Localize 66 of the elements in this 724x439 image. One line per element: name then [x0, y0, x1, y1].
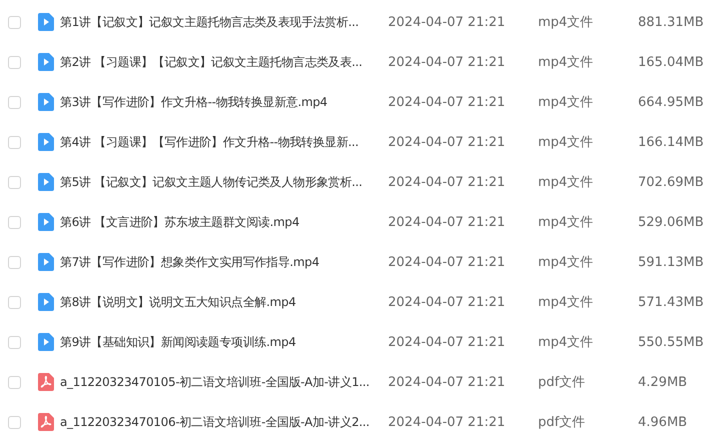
file-name[interactable]: 第9讲【基础知识】新闻阅读题专项训练.mp4	[60, 334, 388, 350]
modified-date: 2024-04-07 21:21	[388, 334, 506, 350]
pdf-file-icon	[38, 413, 54, 431]
checkbox[interactable]	[8, 416, 21, 428]
checkbox[interactable]	[8, 336, 21, 348]
modified-date: 2024-04-07 21:21	[388, 94, 506, 110]
file-size: 529.06MB	[638, 214, 704, 230]
file-size: 165.04MB	[638, 54, 704, 70]
file-type: mp4文件	[538, 334, 594, 351]
video-file-icon	[38, 173, 54, 191]
file-type: mp4文件	[538, 134, 594, 151]
file-name[interactable]: a_11220323470106-初二语文培训班-全国版-A加-讲义2...	[60, 414, 388, 430]
file-name[interactable]: 第4讲 【习题课】【写作进阶】作文升格--物我转换显新...	[60, 134, 388, 150]
checkbox[interactable]	[8, 296, 21, 308]
checkbox[interactable]	[8, 256, 21, 268]
modified-date: 2024-04-07 21:21	[388, 214, 506, 230]
file-type: mp4文件	[538, 294, 594, 311]
file-name[interactable]: 第3讲【写作进阶】作文升格--物我转换显新意.mp4	[60, 94, 388, 110]
checkbox[interactable]	[8, 176, 21, 188]
video-file-icon	[38, 213, 54, 231]
file-name[interactable]: 第6讲 【文言进阶】苏东坡主题群文阅读.mp4	[60, 214, 388, 230]
video-file-icon	[38, 333, 54, 351]
file-type: pdf文件	[538, 374, 586, 391]
modified-date: 2024-04-07 21:21	[388, 254, 506, 270]
file-type: mp4文件	[538, 254, 594, 271]
checkbox[interactable]	[8, 56, 21, 68]
file-type: mp4文件	[538, 214, 594, 231]
file-type: pdf文件	[538, 414, 586, 431]
file-name[interactable]: 第5讲 【记叙文】记叙文主题人物传记类及人物形象赏析...	[60, 174, 388, 190]
file-size: 4.96MB	[638, 414, 688, 430]
file-size: 4.29MB	[638, 374, 688, 390]
video-file-icon	[38, 13, 54, 31]
video-file-icon	[38, 253, 54, 271]
modified-date: 2024-04-07 21:21	[388, 134, 506, 150]
file-name[interactable]: 第8讲【说明文】说明文五大知识点全解.mp4	[60, 294, 388, 310]
checkbox[interactable]	[8, 16, 21, 28]
modified-date: 2024-04-07 21:21	[388, 414, 506, 430]
modified-date: 2024-04-07 21:21	[388, 294, 506, 310]
video-file-icon	[38, 93, 54, 111]
video-file-icon	[38, 53, 54, 71]
modified-date: 2024-04-07 21:21	[388, 14, 506, 30]
file-size: 881.31MB	[638, 14, 704, 30]
modified-date: 2024-04-07 21:21	[388, 174, 506, 190]
file-type: mp4文件	[538, 54, 594, 71]
file-size: 166.14MB	[638, 134, 704, 150]
video-file-icon	[38, 133, 54, 151]
checkbox[interactable]	[8, 216, 21, 228]
file-name[interactable]: 第2讲 【习题课】【记叙文】记叙文主题托物言志类及表...	[60, 54, 388, 70]
modified-date: 2024-04-07 21:21	[388, 54, 506, 70]
checkbox[interactable]	[8, 136, 21, 148]
file-type: mp4文件	[538, 174, 594, 191]
checkbox[interactable]	[8, 96, 21, 108]
file-size: 571.43MB	[638, 294, 704, 310]
file-size: 591.13MB	[638, 254, 704, 270]
file-name[interactable]: a_11220323470105-初二语文培训班-全国版-A加-讲义1...	[60, 374, 388, 390]
file-size: 664.95MB	[638, 94, 704, 110]
file-size: 550.55MB	[638, 334, 704, 350]
file-name[interactable]: 第1讲【记叙文】记叙文主题托物言志类及表现手法赏析...	[60, 14, 388, 30]
checkbox[interactable]	[8, 376, 21, 388]
file-type: mp4文件	[538, 94, 594, 111]
file-size: 702.69MB	[638, 174, 704, 190]
pdf-file-icon	[38, 373, 54, 391]
file-type: mp4文件	[538, 14, 594, 31]
video-file-icon	[38, 293, 54, 311]
modified-date: 2024-04-07 21:21	[388, 374, 506, 390]
file-name[interactable]: 第7讲【写作进阶】想象类作文实用写作指导.mp4	[60, 254, 388, 270]
